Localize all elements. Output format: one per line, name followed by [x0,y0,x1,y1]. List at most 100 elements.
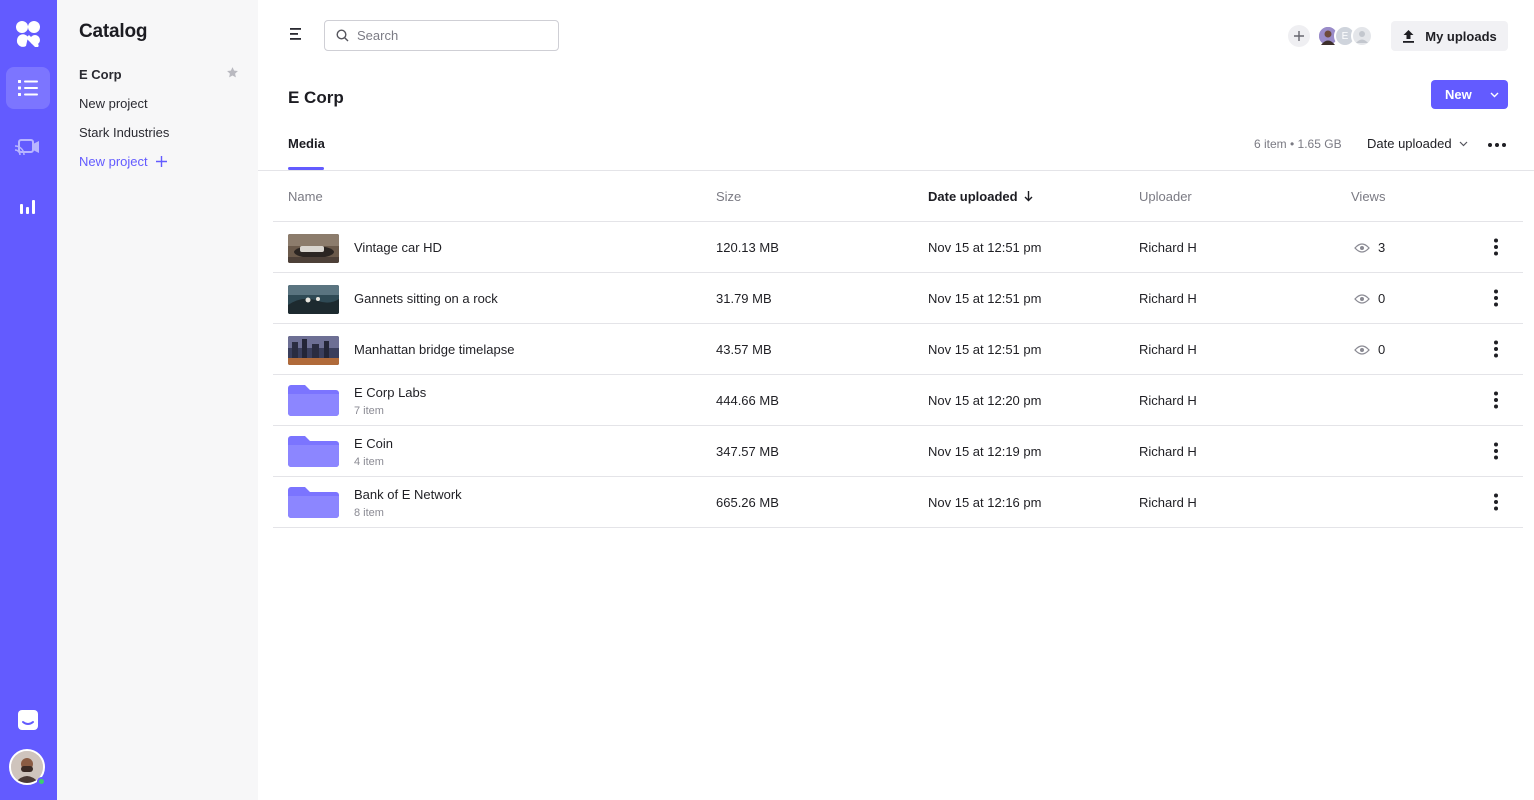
folder-icon [288,436,339,467]
sidebar-item-new-project[interactable]: New project [79,96,148,111]
row-name[interactable]: Vintage car HD [354,240,442,255]
row-size: 444.66 MB [716,393,779,408]
row-views: 3 [1354,240,1385,255]
sort-dropdown[interactable]: Date uploaded [1367,136,1468,151]
table-row[interactable]: E Coin 4 item 347.57 MB Nov 15 at 12:19 … [273,426,1523,477]
member-avatar[interactable] [1351,25,1373,47]
more-vertical-icon[interactable] [1493,340,1499,358]
star-icon[interactable] [226,66,239,79]
row-name[interactable]: Gannets sitting on a rock [354,291,498,306]
row-name[interactable]: Bank of E Network [354,487,462,502]
row-uploader: Richard H [1139,393,1197,408]
column-uploader[interactable]: Uploader [1139,189,1192,204]
page-title: E Corp [288,88,344,107]
more-vertical-icon[interactable] [1493,289,1499,307]
catalog-sidebar: Catalog E Corp New project Stark Industr… [57,0,258,800]
media-table: Name Size Date uploaded Uploader Views V… [273,171,1523,528]
video-thumbnail [288,336,339,365]
app-rail [0,0,57,800]
row-views: 0 [1354,291,1385,306]
my-uploads-button[interactable]: My uploads [1391,21,1508,51]
new-button-label: New [1445,87,1472,102]
rail-catalog[interactable] [6,67,50,109]
menu-toggle-icon[interactable] [290,27,306,41]
add-project-label: New project [79,154,148,169]
search-box [324,20,559,51]
row-name[interactable]: E Coin [354,436,393,451]
view-count: 0 [1378,342,1386,357]
row-name[interactable]: E Corp Labs [354,385,426,400]
video-camera-icon [15,139,39,156]
chat-icon[interactable] [17,709,39,731]
column-name[interactable]: Name [288,189,323,204]
more-vertical-icon[interactable] [1493,442,1499,460]
folder-icon [288,487,339,518]
row-date: Nov 15 at 12:16 pm [928,495,1042,510]
column-date-label: Date uploaded [928,189,1018,204]
chevron-down-icon [1459,141,1468,146]
folder-item-count: 8 item [354,507,384,519]
table-row[interactable]: Gannets sitting on a rock 31.79 MB Nov 1… [273,273,1523,324]
row-name[interactable]: Manhattan bridge timelapse [354,342,514,357]
folder-item-count: 7 item [354,405,384,417]
row-uploader: Richard H [1139,495,1197,510]
active-tab-indicator [288,167,324,170]
add-project-link[interactable]: New project [79,154,167,169]
row-size: 31.79 MB [716,291,772,306]
rail-live[interactable] [6,126,50,168]
eye-icon [1354,344,1370,355]
logo-icon[interactable] [14,19,42,47]
row-size: 347.57 MB [716,444,779,459]
table-row[interactable]: E Corp Labs 7 item 444.66 MB Nov 15 at 1… [273,375,1523,426]
row-date: Nov 15 at 12:19 pm [928,444,1042,459]
video-thumbnail [288,285,339,314]
view-count: 3 [1378,240,1386,255]
column-size[interactable]: Size [716,189,741,204]
table-row[interactable]: Manhattan bridge timelapse 43.57 MB Nov … [273,324,1523,375]
main-content: E My uploads E Corp New Media [258,0,1534,800]
arrow-down-icon [1024,191,1033,202]
table-row[interactable]: Bank of E Network 8 item 665.26 MB Nov 1… [273,477,1523,528]
column-date-uploaded[interactable]: Date uploaded [928,189,1033,204]
rail-analytics[interactable] [6,185,50,227]
view-count: 0 [1378,291,1386,306]
plus-icon [1294,31,1304,41]
table-row[interactable]: Vintage car HD 120.13 MB Nov 15 at 12:51… [273,222,1523,273]
row-uploader: Richard H [1139,240,1197,255]
more-vertical-icon[interactable] [1493,238,1499,256]
sidebar-title: Catalog [79,21,148,42]
row-date: Nov 15 at 12:51 pm [928,240,1042,255]
eye-icon [1354,293,1370,304]
online-status-dot [37,777,46,786]
chevron-down-icon [1490,92,1499,97]
row-date: Nov 15 at 12:20 pm [928,393,1042,408]
search-input[interactable] [357,28,537,43]
sidebar-item-e-corp[interactable]: E Corp [79,67,122,82]
row-size: 665.26 MB [716,495,779,510]
folder-item-count: 4 item [354,456,384,468]
sidebar-item-stark-industries[interactable]: Stark Industries [79,125,169,140]
folder-icon [288,385,339,416]
row-date: Nov 15 at 12:51 pm [928,291,1042,306]
video-thumbnail [288,234,339,263]
row-size: 43.57 MB [716,342,772,357]
row-size: 120.13 MB [716,240,779,255]
my-uploads-label: My uploads [1425,28,1497,44]
table-header: Name Size Date uploaded Uploader Views [273,171,1523,222]
column-views[interactable]: Views [1351,189,1385,204]
team-members: E [1288,24,1373,48]
add-member-button[interactable] [1288,25,1310,47]
app: Catalog E Corp New project Stark Industr… [0,0,1534,800]
sort-label: Date uploaded [1367,136,1452,151]
plus-icon [155,156,167,167]
row-views: 0 [1354,342,1385,357]
more-vertical-icon[interactable] [1493,493,1499,511]
more-horizontal-icon[interactable] [1487,142,1507,148]
bar-chart-icon [20,200,35,214]
list-icon [18,80,38,96]
upload-icon [1403,30,1415,43]
more-vertical-icon[interactable] [1493,391,1499,409]
user-placeholder-icon [1356,31,1368,43]
tab-media[interactable]: Media [288,136,325,151]
new-button[interactable]: New [1431,80,1508,109]
